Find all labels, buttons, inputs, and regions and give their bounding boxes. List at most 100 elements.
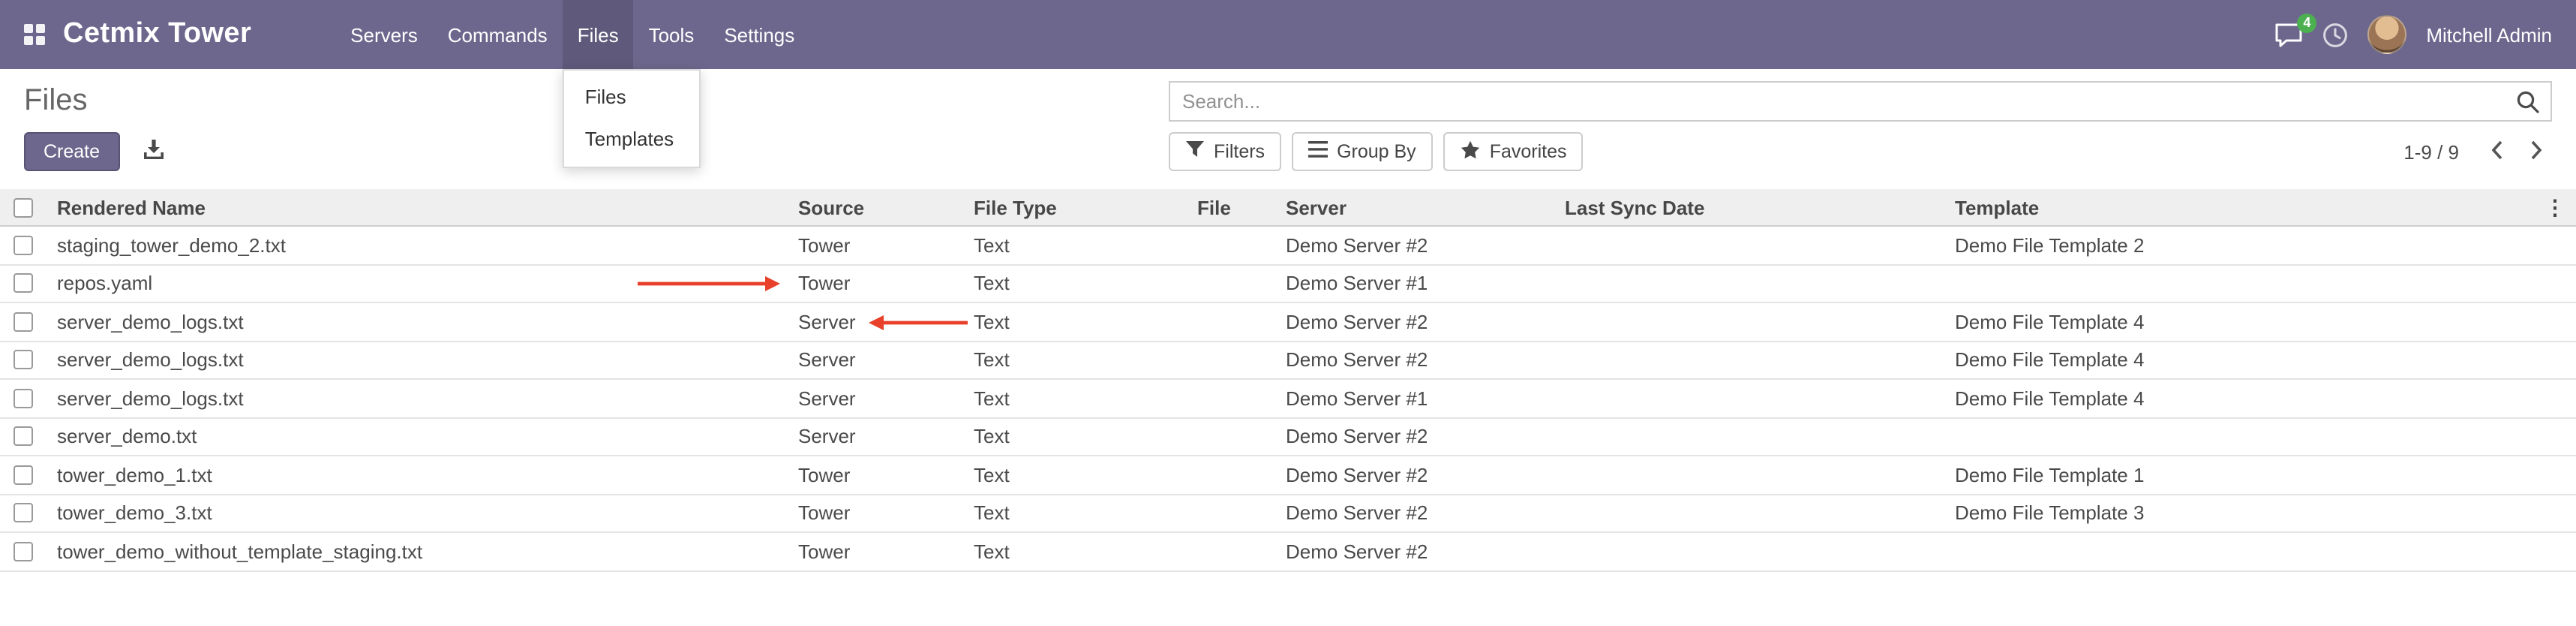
search-panel: Filters Group By Favorites 1-9 / 9 (1169, 81, 2552, 171)
row-checkbox[interactable] (14, 465, 33, 485)
message-count-badge: 4 (2297, 13, 2316, 32)
optional-columns-icon[interactable]: ⋮ (2544, 195, 2565, 221)
top-menubar: Cetmix Tower Servers Commands Files File… (0, 0, 2576, 69)
cell-server: Demo Server #2 (1280, 234, 1559, 257)
chevron-left-icon (2490, 139, 2503, 164)
cell-source: Tower (792, 272, 968, 295)
create-button[interactable]: Create (24, 132, 119, 171)
table-row[interactable]: staging_tower_demo_2.txtTowerTextDemo Se… (0, 227, 2576, 265)
groupby-button[interactable]: Group By (1292, 132, 1433, 171)
row-checkbox[interactable] (14, 427, 33, 447)
favorites-label: Favorites (1490, 141, 1567, 162)
filters-button[interactable]: Filters (1169, 132, 1281, 171)
column-header-file-type[interactable]: File Type (968, 196, 1191, 218)
pager-next-button[interactable] (2519, 132, 2552, 171)
cp-buttons: Create (24, 132, 173, 171)
groupby-label: Group By (1337, 141, 1416, 162)
user-avatar[interactable] (2367, 15, 2406, 54)
cell-name: server_demo_logs.txt (51, 311, 792, 333)
favorites-button[interactable]: Favorites (1443, 132, 1584, 171)
column-header-template[interactable]: Template (1949, 196, 2576, 218)
activities-clock-icon[interactable] (2322, 22, 2348, 47)
row-checkbox[interactable] (14, 504, 33, 523)
cell-template: Demo File Template 2 (1949, 234, 2576, 257)
files-dropdown-menu: Files Templates (563, 69, 701, 168)
table-row[interactable]: tower_demo_1.txtTowerTextDemo Server #2D… (0, 456, 2576, 495)
cell-server: Demo Server #1 (1280, 272, 1559, 295)
column-header-last-sync-date[interactable]: Last Sync Date (1559, 196, 1949, 218)
table-row[interactable]: server_demo.txtServerTextDemo Server #2 (0, 418, 2576, 456)
pager-value: 1-9 / 9 (2403, 140, 2459, 163)
menu-servers[interactable]: Servers (335, 0, 433, 69)
table-row[interactable]: server_demo_logs.txtServerTextDemo Serve… (0, 380, 2576, 418)
table-row[interactable]: repos.yamlTowerTextDemo Server #1 (0, 265, 2576, 303)
menu-settings[interactable]: Settings (709, 0, 809, 69)
cell-name: server_demo_logs.txt (51, 349, 792, 372)
row-checkbox[interactable] (14, 236, 33, 255)
search-box (1169, 81, 2552, 122)
cell-server: Demo Server #2 (1280, 349, 1559, 372)
cell-server: Demo Server #1 (1280, 387, 1559, 410)
cell-name: tower_demo_without_template_staging.txt (51, 540, 792, 563)
control-panel: Files Create Filters (0, 69, 2576, 189)
cell-source: Tower (792, 464, 968, 486)
cell-source: Server (792, 349, 968, 372)
messages-icon[interactable]: 4 (2274, 22, 2303, 47)
row-checkbox[interactable] (14, 389, 33, 408)
row-checkbox[interactable] (14, 312, 33, 332)
search-input[interactable] (1170, 83, 2550, 120)
row-checkbox[interactable] (14, 351, 33, 370)
apps-grid-icon[interactable] (24, 24, 45, 45)
select-all-checkbox[interactable] (14, 197, 33, 217)
column-header-file[interactable]: File (1191, 196, 1280, 218)
cell-server: Demo Server #2 (1280, 502, 1559, 525)
cell-server: Demo Server #2 (1280, 426, 1559, 448)
filter-funnel-icon (1185, 140, 1205, 164)
table-body: staging_tower_demo_2.txtTowerTextDemo Se… (0, 227, 2576, 571)
row-checkbox[interactable] (14, 274, 33, 293)
download-icon (143, 138, 165, 165)
cell-file-type: Text (968, 349, 1191, 372)
table-row[interactable]: tower_demo_3.txtTowerTextDemo Server #2D… (0, 495, 2576, 533)
top-menu: Servers Commands Files Files Templates T… (335, 0, 809, 69)
bars-icon (1308, 141, 1328, 162)
table-header: Rendered Name Source File Type File Serv… (0, 189, 2576, 227)
cell-name: tower_demo_3.txt (51, 502, 792, 525)
export-button[interactable] (134, 132, 173, 171)
column-header-server[interactable]: Server (1280, 196, 1559, 218)
cell-server: Demo Server #2 (1280, 540, 1559, 563)
dropdown-item-files[interactable]: Files (564, 77, 699, 119)
systray: 4 Mitchell Admin (2274, 15, 2552, 54)
star-icon (1460, 140, 1481, 164)
menu-commands[interactable]: Commands (433, 0, 563, 69)
cell-file-type: Text (968, 311, 1191, 333)
cell-file-type: Text (968, 426, 1191, 448)
column-header-source[interactable]: Source (792, 196, 968, 218)
cell-name: staging_tower_demo_2.txt (51, 234, 792, 257)
pager-previous-button[interactable] (2480, 132, 2513, 171)
app-title: Cetmix Tower (63, 18, 251, 51)
page-title: Files (24, 84, 87, 119)
menu-files[interactable]: Files Files Templates (563, 0, 634, 69)
search-icon[interactable] (2516, 90, 2540, 122)
cell-file-type: Text (968, 272, 1191, 295)
cell-name: server_demo_logs.txt (51, 387, 792, 410)
cell-file-type: Text (968, 502, 1191, 525)
row-checkbox[interactable] (14, 542, 33, 561)
dropdown-item-templates[interactable]: Templates (564, 119, 699, 161)
cell-template: Demo File Template 4 (1949, 311, 2576, 333)
cell-source: Tower (792, 540, 968, 563)
cell-template: Demo File Template 4 (1949, 387, 2576, 410)
table-row[interactable]: tower_demo_without_template_staging.txtT… (0, 533, 2576, 571)
cell-file-type: Text (968, 234, 1191, 257)
menu-files-label: Files (578, 23, 619, 46)
menu-tools[interactable]: Tools (634, 0, 710, 69)
table-row[interactable]: server_demo_logs.txtServerTextDemo Serve… (0, 303, 2576, 342)
user-name[interactable]: Mitchell Admin (2426, 23, 2552, 46)
cell-template: Demo File Template 1 (1949, 464, 2576, 486)
cell-source: Tower (792, 502, 968, 525)
cell-server: Demo Server #2 (1280, 311, 1559, 333)
column-header-rendered-name[interactable]: Rendered Name (51, 196, 792, 218)
app-root: Cetmix Tower Servers Commands Files File… (0, 0, 2576, 626)
table-row[interactable]: server_demo_logs.txtServerText Demo Serve… (0, 342, 2576, 380)
